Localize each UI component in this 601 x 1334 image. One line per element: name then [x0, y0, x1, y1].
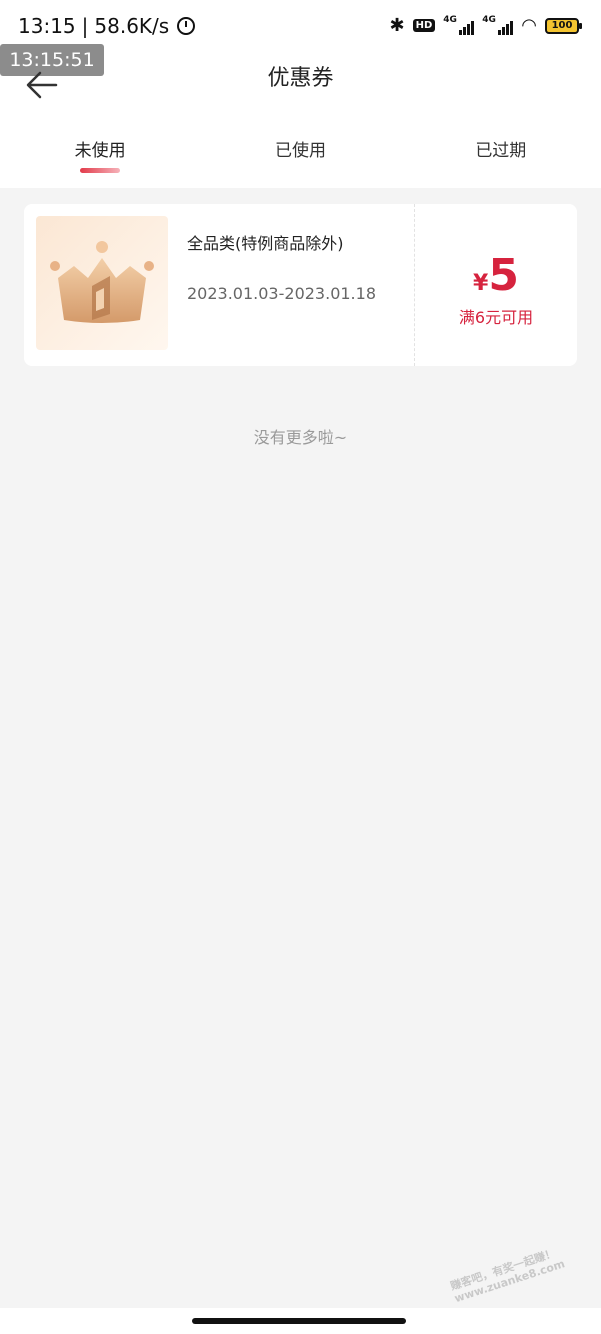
tab-expired[interactable]: 已过期	[401, 134, 601, 174]
network-label-1: 4G	[443, 14, 457, 25]
bluetooth-icon: ✱	[389, 14, 405, 36]
signal-icon-1: 4G	[443, 14, 475, 35]
coupon-amount: ¥5	[415, 250, 577, 301]
coupon-thumbnail	[36, 216, 168, 350]
active-tab-indicator	[80, 168, 121, 173]
coupon-card[interactable]: 全品类(特例商品除外) 2023.01.03-2023.01.18 ¥5 满6元…	[24, 204, 577, 366]
hd-icon: HD	[412, 19, 436, 32]
status-time: 13:15	[18, 14, 76, 38]
coupon-condition: 满6元可用	[458, 308, 534, 327]
network-label-2: 4G	[482, 14, 496, 25]
status-right: ✱ HD 4G 4G ◠ 100	[389, 14, 582, 36]
battery-level: 100	[551, 20, 573, 31]
crown-icon	[50, 241, 154, 323]
tab-bar: 未使用 已使用 已过期	[0, 134, 601, 174]
tab-expired-label: 已过期	[475, 141, 527, 161]
network-speed: 58.6K/s	[94, 14, 170, 38]
currency-symbol: ¥	[473, 271, 489, 296]
alarm-icon	[177, 17, 196, 35]
status-separator: |	[81, 14, 89, 38]
coupon-description: 全品类(特例商品除外)	[187, 234, 344, 253]
tab-used[interactable]: 已使用	[200, 134, 400, 174]
home-indicator[interactable]	[192, 1318, 406, 1324]
coupon-value: 5	[488, 250, 519, 301]
coupon-validity: 2023.01.03-2023.01.18	[187, 284, 376, 303]
status-left: 13:15 | 58.6K/s	[18, 14, 196, 38]
watermark: 赚客吧，有奖一起赚！ www.zuanke8.com	[449, 1245, 567, 1305]
tab-unused[interactable]: 未使用	[0, 134, 200, 174]
tab-unused-label: 未使用	[74, 141, 126, 161]
page: 13:15 | 58.6K/s ✱ HD 4G 4G ◠ 100 13:15:5…	[0, 0, 601, 1334]
signal-icon-2: 4G	[482, 14, 514, 35]
page-title: 优惠券	[267, 66, 334, 91]
battery-icon: 100	[545, 17, 582, 34]
wifi-icon: ◠	[521, 15, 537, 36]
tab-used-label: 已使用	[274, 141, 326, 161]
no-more-text: 没有更多啦~	[253, 428, 348, 447]
